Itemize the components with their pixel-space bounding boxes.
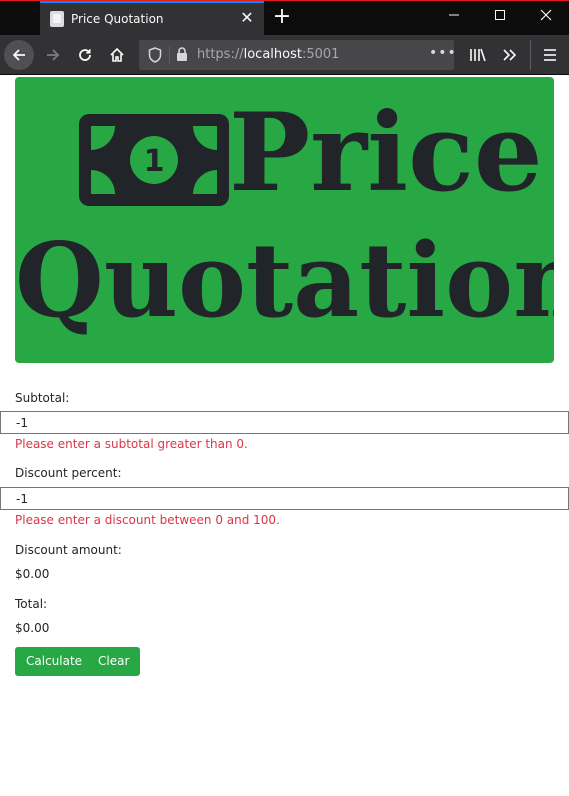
subtotal-input[interactable] [0, 411, 569, 434]
home-button[interactable] [102, 40, 132, 70]
money-bill-digit: 1 [144, 144, 165, 179]
library-icon [470, 48, 486, 62]
total-label: Total: [15, 597, 48, 611]
hamburger-menu-button[interactable] [535, 40, 565, 70]
discount-amount-label: Discount amount: [15, 543, 122, 557]
new-tab-icon[interactable]: + [270, 4, 294, 30]
reload-button[interactable] [70, 40, 100, 70]
window-close-icon[interactable] [523, 0, 569, 34]
url-bar[interactable]: https://localhost:5001 ••• [139, 40, 457, 70]
page-favicon-icon [50, 11, 64, 27]
banner-word-quotation: Quotation [15, 221, 554, 341]
banner-word-price: Price [229, 90, 543, 216]
hamburger-icon [544, 49, 556, 61]
home-icon [110, 47, 124, 62]
forward-button[interactable] [38, 40, 68, 70]
double-chevron-icon [503, 49, 517, 61]
overflow-menu-button[interactable] [494, 40, 524, 70]
clear-button[interactable]: Clear [87, 647, 141, 676]
back-button[interactable] [4, 40, 34, 70]
maximize-icon[interactable] [477, 0, 523, 34]
page-actions-icon[interactable]: ••• [429, 45, 457, 61]
url-bar-divider [169, 46, 170, 64]
total-value: $0.00 [15, 621, 50, 635]
discount-percent-error: Please enter a discount between 0 and 10… [15, 513, 280, 527]
url-text: https://localhost:5001 [197, 47, 340, 62]
subtotal-label: Subtotal: [15, 391, 70, 405]
tab-title: Price Quotation [71, 12, 164, 26]
library-button[interactable] [463, 40, 493, 70]
shield-icon[interactable] [148, 47, 162, 63]
reload-icon [79, 49, 91, 61]
minimize-icon[interactable] [431, 0, 477, 34]
toolbar-divider [530, 40, 531, 70]
browser-tab-bar: Price Quotation ✕ + [0, 0, 569, 35]
money-bill-icon: 1 [79, 114, 229, 206]
back-arrow-icon [12, 49, 25, 61]
discount-percent-input[interactable] [0, 487, 569, 510]
price-quotation-banner: 1 Price Quotation [15, 77, 554, 363]
discount-percent-label: Discount percent: [15, 466, 122, 480]
lock-icon[interactable] [176, 47, 188, 62]
discount-amount-value: $0.00 [15, 567, 50, 581]
subtotal-error: Please enter a subtotal greater than 0. [15, 437, 248, 451]
tab-close-icon[interactable]: ✕ [238, 9, 256, 27]
calculate-button[interactable]: Calculate [15, 647, 94, 676]
forward-arrow-icon [47, 49, 60, 61]
browser-tab[interactable]: Price Quotation ✕ [40, 1, 264, 35]
browser-toolbar: https://localhost:5001 ••• [0, 35, 569, 75]
